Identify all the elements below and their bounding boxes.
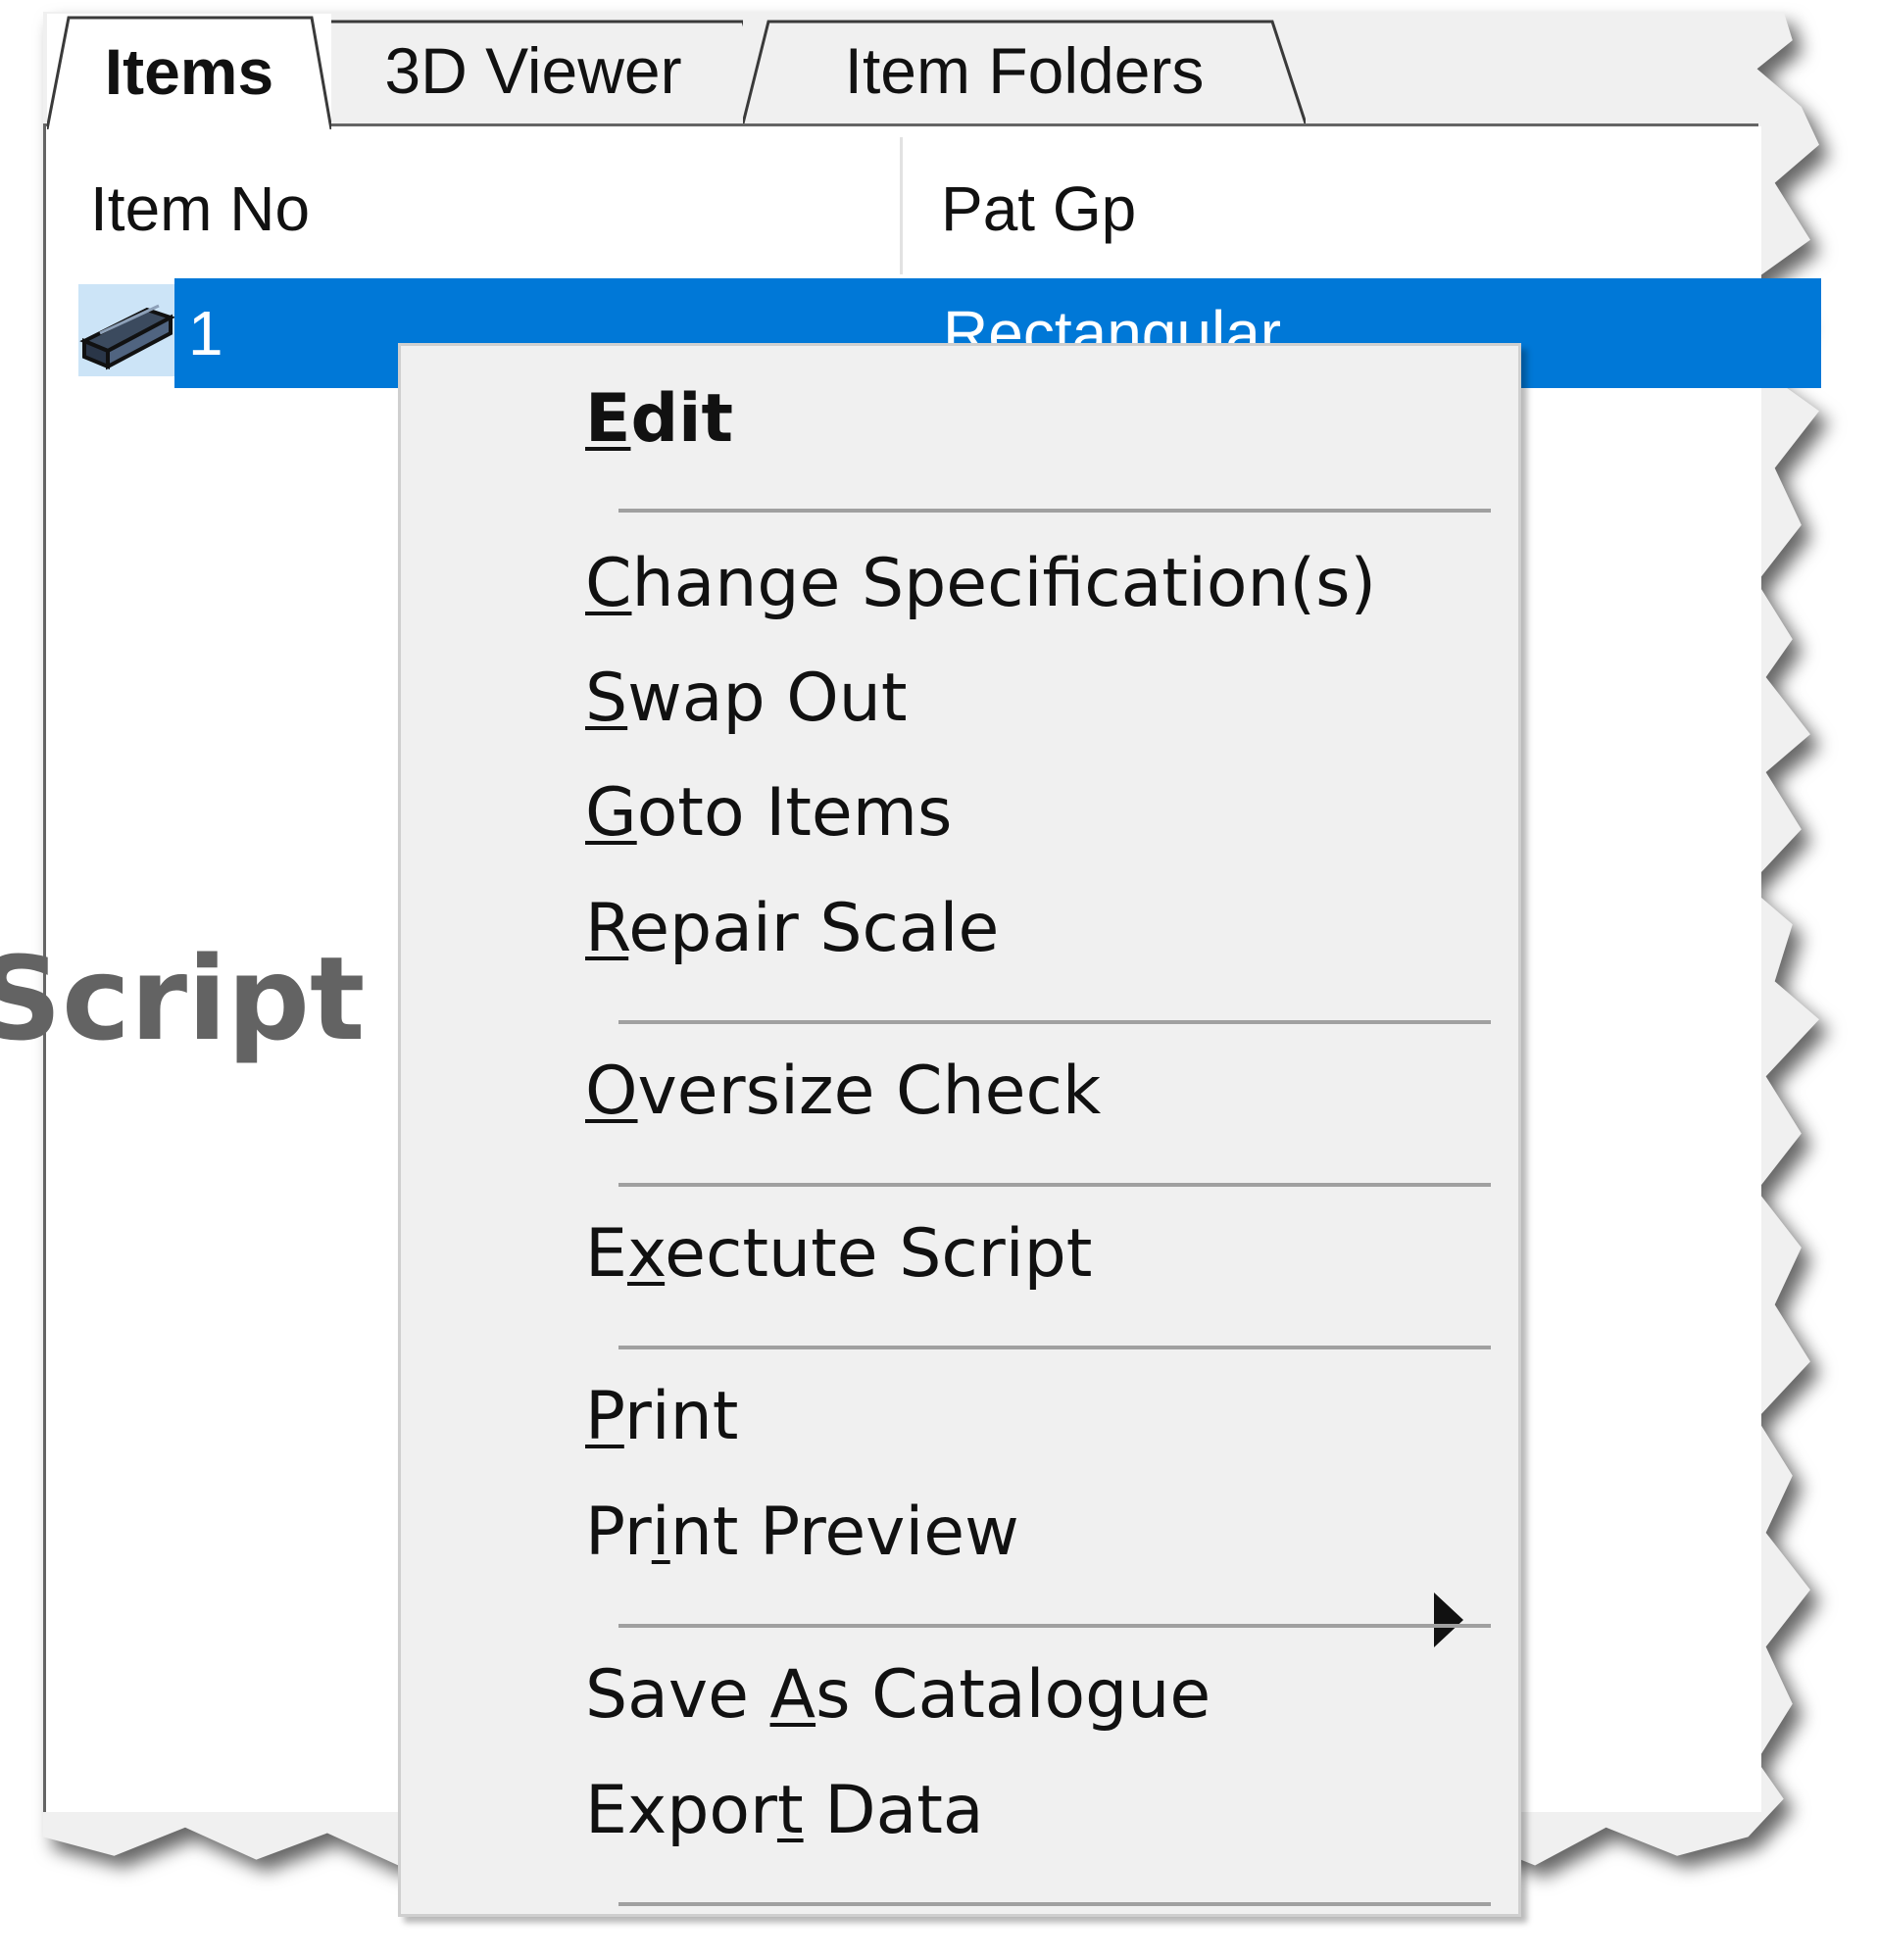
menu-separator <box>618 1624 1491 1628</box>
menu-item-label: Repair Scale <box>585 889 1000 967</box>
menu-item-repair-scale[interactable]: Repair Scale <box>585 873 1467 983</box>
menu-separator <box>618 1183 1491 1187</box>
menu-item-label: Print <box>585 1377 739 1455</box>
menu-item-print[interactable]: Print <box>585 1361 1467 1471</box>
background-label: Script <box>0 931 366 1066</box>
menu-separator <box>618 509 1491 513</box>
menu-item-swap-out[interactable]: Swap Out <box>585 643 1467 753</box>
menu-item-label: Save As Catalogue <box>585 1655 1211 1734</box>
menu-item-label: Exectute Script <box>585 1214 1093 1293</box>
menu-item-label: Swap Out <box>585 659 908 737</box>
menu-item-oversize-check[interactable]: Oversize Check <box>585 1036 1467 1146</box>
tab-label: Items <box>104 35 274 108</box>
column-divider[interactable] <box>900 137 903 274</box>
menu-item-label: Edit <box>585 379 733 458</box>
column-header-pat-gp[interactable]: Pat Gp <box>941 145 1627 272</box>
menu-separator <box>618 1020 1491 1024</box>
tab-items[interactable]: Items <box>47 14 331 129</box>
menu-item-print-preview[interactable]: Print Preview <box>585 1477 1467 1587</box>
menu-separator <box>618 1346 1491 1349</box>
menu-item-label: Change Specification(s) <box>585 544 1377 622</box>
tab-label: Item Folders <box>844 34 1205 107</box>
menu-item-save-as-catalogue[interactable]: Save As Catalogue <box>585 1640 1467 1749</box>
rectangular-block-icon <box>79 304 176 370</box>
menu-item-execute-script[interactable]: Exectute Script <box>585 1199 1467 1308</box>
column-header-item-no[interactable]: Item No <box>90 145 874 272</box>
menu-item-label: Print Preview <box>585 1493 1019 1571</box>
column-header-label: Item No <box>90 173 311 244</box>
menu-item-export-data[interactable]: Export Data <box>585 1755 1467 1865</box>
menu-item-label: Goto Items <box>585 773 953 852</box>
menu-item-label: Oversize Check <box>585 1052 1102 1130</box>
menu-item-edit[interactable]: Edit <box>585 364 1467 473</box>
tab-item-folders[interactable]: Item Folders <box>743 18 1306 123</box>
context-menu: Edit Change Specification(s) Swap Out Go… <box>398 343 1521 1917</box>
menu-icon-gutter <box>401 346 587 1914</box>
column-header-label: Pat Gp <box>941 173 1137 244</box>
item-no-cell: 1 <box>188 298 223 368</box>
tab-3d-viewer[interactable]: 3D Viewer <box>294 18 772 123</box>
menu-separator <box>618 1902 1491 1906</box>
menu-item-change-specifications[interactable]: Change Specification(s) <box>585 528 1467 638</box>
tab-label: 3D Viewer <box>384 34 682 107</box>
menu-item-goto-items[interactable]: Goto Items <box>585 758 1467 867</box>
menu-item-label: Export Data <box>585 1771 984 1849</box>
